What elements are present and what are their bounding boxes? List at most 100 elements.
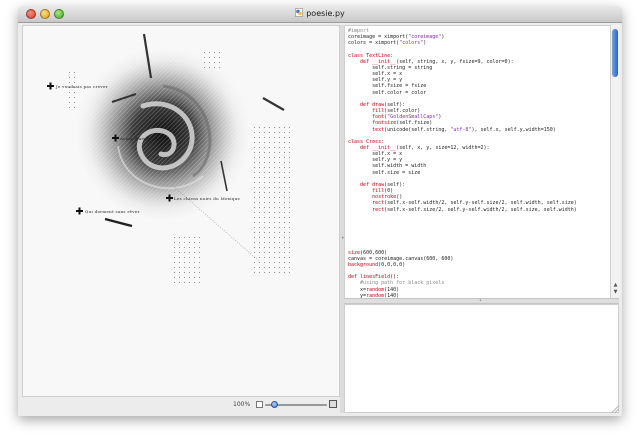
app-window: poesie.py Je voudrais pas crever Avant d… [18, 6, 622, 416]
code-token: self.y = y [348, 157, 403, 164]
code-token: TextLine: [366, 52, 394, 59]
code-token: random [366, 286, 385, 293]
code-editor[interactable]: #import coreimage = ximport("coreimage") c… [344, 25, 612, 300]
code-token: coreimage = ximport( [348, 34, 409, 41]
editor-scrollbar-thumb[interactable] [612, 29, 618, 77]
code-token: size [348, 249, 361, 256]
code-token: nostroke [372, 194, 397, 201]
poem-line-3: Les chiens noirs du Mexique [174, 196, 241, 201]
code-token: (self.fsize) [396, 120, 433, 127]
code-token: (self, x, y, size=12, width=2): [396, 144, 490, 151]
code-token: self.y = y [348, 77, 403, 84]
code-token: (self.x-self.width/2, self.y-self.size/2… [384, 200, 577, 207]
code-token: (self): [384, 181, 406, 188]
code-token: (self): [384, 101, 406, 108]
code-token: draw [372, 181, 385, 188]
code-token: def [360, 101, 370, 108]
code-token: (600,600) [360, 249, 388, 256]
zoom-fit-button[interactable] [329, 400, 337, 408]
code-token: linesField [360, 274, 391, 281]
code-token: __init__ [372, 58, 397, 65]
code-token: () [396, 194, 403, 201]
title-bar[interactable]: poesie.py [18, 6, 622, 23]
code-token: fontsize [372, 120, 397, 127]
code-token: font [372, 114, 385, 121]
code-token: (unicode(self.string, [384, 126, 451, 133]
poem-line-4: Qui dorment sans rêver [85, 209, 140, 214]
code-token: (140) [384, 286, 400, 293]
code-token: ) [441, 34, 445, 41]
scroll-down-icon[interactable]: ▼ [612, 289, 619, 295]
code-token: (0,0,0,0) [378, 261, 406, 268]
code-token: draw [372, 101, 385, 108]
window-title-group: poesie.py [18, 8, 622, 18]
code-token: self.size = size [348, 169, 421, 176]
code-token: self.x = x [348, 71, 403, 78]
poem-line-1: Je voudrais pas crever [55, 84, 108, 89]
code-token: text [372, 126, 385, 133]
code-token: rect [372, 206, 385, 213]
code-token: #import [348, 28, 370, 34]
code-token: __init__ [372, 144, 397, 151]
code-token: (self.color) [384, 108, 421, 115]
code-token: (self.x-self.size/2, self.y-self.width/2… [384, 206, 577, 213]
editor-scrollbar[interactable]: ▲ ▼ [610, 25, 620, 298]
code-token: canvas = coreimage.canvas(600, 600) [348, 255, 454, 262]
code-token: "GoldenSmallCaps" [387, 114, 439, 121]
code-token: def [348, 274, 358, 281]
poem-artwork: Je voudrais pas crever Avant d'avoir con… [23, 26, 339, 396]
code-token: rect [372, 200, 385, 207]
code-token: ), self.x, self.y,width=150) [471, 126, 556, 133]
code-token: self.string = string [348, 64, 433, 71]
code-token: def [360, 58, 370, 65]
code-token: class [348, 52, 364, 59]
code-token: fill [372, 188, 385, 195]
code-token: fill [372, 108, 385, 115]
code-token: background [348, 261, 379, 268]
zoom-out-button[interactable] [256, 401, 263, 408]
code-token: self.x = x [348, 151, 403, 158]
code-token: (0) [384, 188, 394, 195]
code-token: def [360, 181, 370, 188]
code-token: "coreimage" [408, 34, 442, 41]
code-token: class [348, 138, 364, 145]
zoom-bar: 100% [22, 398, 338, 412]
code-token: def [360, 144, 370, 151]
python-file-icon [295, 8, 304, 17]
output-canvas: Je voudrais pas crever Avant d'avoir con… [22, 25, 340, 397]
code-token: self.width = width [348, 163, 427, 170]
scroll-up-icon[interactable]: ▲ [612, 282, 619, 288]
zoom-slider-thumb[interactable] [271, 401, 279, 408]
window-title: poesie.py [306, 9, 345, 18]
code-token: #using path for black pixels [360, 280, 445, 287]
code-token: self.color = color [348, 89, 427, 96]
code-token: x= [348, 286, 367, 293]
code-token: colors = ximport( [348, 40, 400, 47]
zoom-level-label: 100% [233, 401, 251, 408]
output-console[interactable] [344, 304, 619, 413]
code-token: "colors" [399, 40, 424, 47]
code-token: (): [390, 274, 400, 281]
code-token: Cross: [366, 138, 385, 145]
code-token: (self, string, x, y, fsize=9, color=0): [396, 58, 514, 65]
code-line[interactable]: text(unicode(self.string, "utf-8"), self… [348, 127, 577, 133]
poem-line-2: Avant d'avoir connu [119, 136, 166, 141]
code-text[interactable]: #import coreimage = ximport("coreimage") c… [348, 28, 577, 299]
code-token: "utf-8" [450, 126, 472, 133]
code-line[interactable]: rect(self.x-self.size/2, self.y-self.wid… [348, 207, 577, 213]
resize-grip-icon[interactable] [610, 405, 619, 413]
code-token: ) [438, 114, 442, 121]
